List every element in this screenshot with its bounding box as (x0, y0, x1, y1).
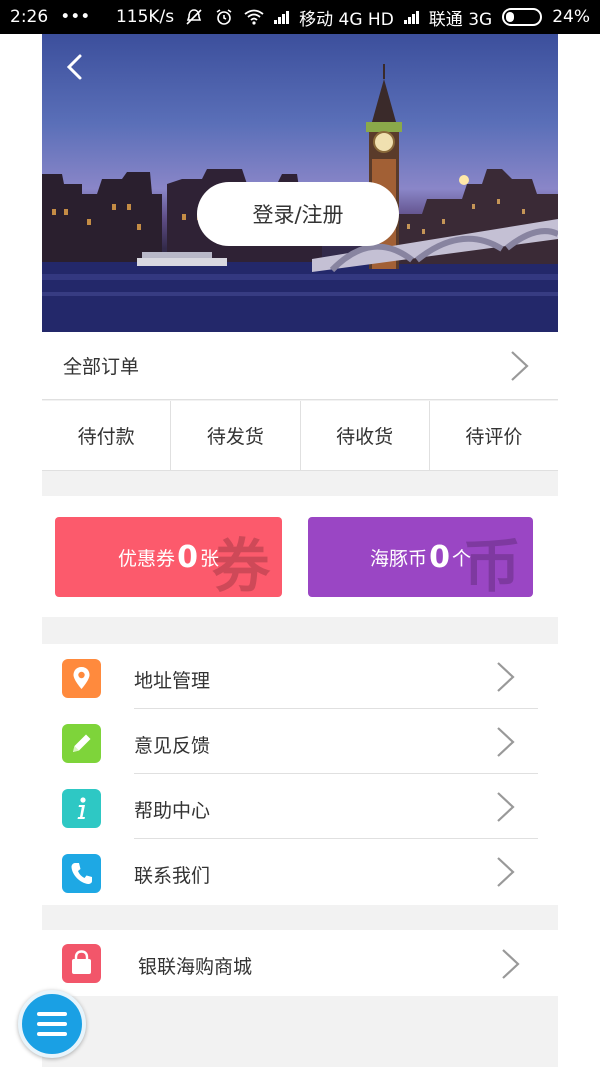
tab-pending-shipment[interactable]: 待发货 (171, 401, 301, 470)
tab-pending-review[interactable]: 待评价 (430, 401, 558, 470)
menu-item-feedback[interactable]: 意见反馈 (42, 709, 558, 774)
chevron-right-icon (497, 857, 515, 887)
settings-menu: 地址管理 意见反馈 帮助中心 联系我们 (42, 644, 558, 905)
coupon-unit: 张 (199, 547, 219, 570)
order-status-tabs: 待付款 待发货 待收货 待评价 (42, 401, 558, 471)
coupon-watermark: 券 (211, 532, 270, 597)
chevron-right-icon (511, 351, 529, 381)
coupon-count: 0 (177, 539, 198, 575)
coin-unit: 个 (451, 547, 471, 570)
tab-label: 待发货 (206, 426, 264, 448)
coupon-label: 优惠券 (118, 547, 176, 570)
menu-item-label: 地址管理 (134, 670, 211, 692)
tab-pending-receipt[interactable]: 待收货 (301, 401, 430, 470)
dolphin-coin-card[interactable]: 币 海豚币 0 个 (308, 517, 533, 597)
location-pin-icon (62, 659, 101, 698)
alarm-icon (214, 7, 234, 27)
phone-icon (62, 854, 101, 893)
wifi-icon (244, 7, 264, 27)
menu-item-label: 帮助中心 (134, 800, 211, 822)
chevron-right-icon (497, 662, 515, 692)
battery-icon (502, 8, 543, 26)
coin-count: 0 (429, 539, 450, 575)
menu-item-help[interactable]: 帮助中心 (42, 774, 558, 839)
shopping-bag-icon (62, 944, 101, 983)
back-button[interactable] (60, 52, 90, 82)
status-bar: 2:26 ••• 115K/s 移动 4G HD 联通 3G 24% (0, 0, 600, 34)
all-orders-row[interactable]: 全部订单 (42, 332, 558, 400)
profile-screen: 登录/注册 全部订单 待付款 待发货 待收货 待评价 券 优惠券 0 张 币 海… (42, 34, 558, 1067)
menu-item-shop[interactable]: 银联海购商城 (42, 930, 558, 995)
status-time: 2:26 (10, 7, 49, 27)
network-speed: 115K/s (115, 7, 175, 27)
header-banner: 登录/注册 (42, 34, 558, 332)
all-orders-label: 全部订单 (63, 356, 140, 378)
menu-icon (37, 1012, 67, 1036)
battery-percent: 24% (552, 7, 590, 27)
carrier-1: 移动 4G HD (299, 9, 394, 30)
tab-label: 待评价 (465, 426, 523, 448)
wallet-cards: 券 优惠券 0 张 币 海豚币 0 个 (42, 496, 558, 617)
tab-label: 待收货 (336, 426, 394, 448)
status-dots: ••• (60, 7, 91, 27)
coin-watermark: 币 (462, 532, 521, 597)
menu-item-label: 银联海购商城 (138, 956, 253, 978)
tab-label: 待付款 (77, 426, 135, 448)
tab-pending-payment[interactable]: 待付款 (42, 401, 172, 470)
chevron-right-icon (497, 792, 515, 822)
menu-item-address[interactable]: 地址管理 (42, 644, 558, 709)
floating-menu-button[interactable] (18, 990, 86, 1058)
carrier-2: 联通 3G (428, 9, 493, 30)
menu-item-label: 联系我们 (134, 865, 211, 887)
menu-item-contact[interactable]: 联系我们 (42, 839, 558, 904)
pencil-icon (62, 724, 101, 763)
login-register-button[interactable]: 登录/注册 (197, 182, 399, 246)
info-icon (62, 789, 101, 828)
mute-icon (184, 7, 204, 27)
chevron-right-icon (497, 727, 515, 757)
signal-icon (403, 10, 419, 24)
menu-item-label: 意见反馈 (134, 735, 211, 757)
shop-row[interactable]: 银联海购商城 (42, 930, 558, 996)
coin-label: 海豚币 (370, 547, 428, 570)
chevron-left-icon (66, 54, 82, 80)
chevron-right-icon (502, 949, 520, 979)
signal-icon (274, 10, 290, 24)
coupon-card[interactable]: 券 优惠券 0 张 (55, 517, 282, 597)
